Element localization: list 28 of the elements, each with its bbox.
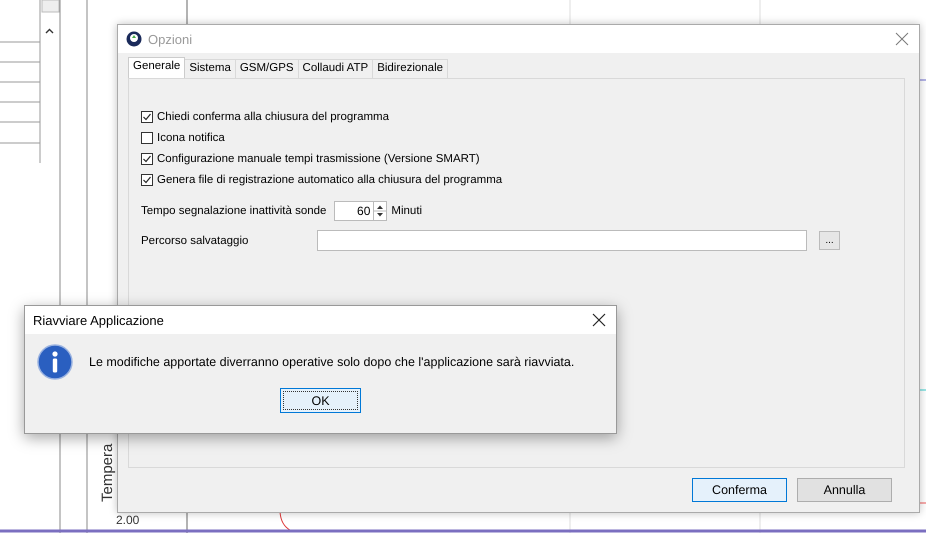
info-icon: [37, 344, 73, 380]
tab[interactable]: Bidirezionale: [372, 59, 448, 78]
field-label: Tempo segnalazione inattività sonde: [141, 205, 326, 217]
dialog-button[interactable]: Annulla: [797, 478, 892, 502]
checkbox-label: Chiedi conferma alla chiusura del programma: [157, 111, 390, 123]
close-icon[interactable]: [592, 313, 606, 327]
browse-button[interactable]: ...: [819, 231, 840, 250]
axis-title: Tempera: [99, 444, 116, 502]
tab[interactable]: Generale: [128, 57, 186, 78]
app-logo-icon: [126, 31, 142, 47]
number-spinner[interactable]: 60: [334, 201, 388, 221]
checkbox[interactable]: [141, 153, 153, 165]
checkbox[interactable]: [141, 111, 153, 123]
unit-label: Minuti: [391, 205, 422, 217]
field-label: Percorso salvataggio: [141, 234, 250, 246]
window-title: Riavviare Applicazione: [33, 312, 165, 328]
checkbox[interactable]: [141, 174, 153, 186]
checkbox-label: Icona notifica: [157, 132, 225, 144]
window-title: Opzioni: [148, 32, 194, 46]
checkbox[interactable]: [141, 132, 153, 144]
message-text: Le modifiche apportate diverranno operative solo dopo che l'applicazione sarà riavviata.: [89, 355, 574, 369]
axis-tick-label: 2.00: [116, 514, 140, 527]
scroll-up-icon[interactable]: [45, 28, 54, 34]
ok-button[interactable]: OK: [280, 388, 361, 413]
path-field[interactable]: [317, 230, 807, 251]
checkbox-label: Genera file di registrazione automatico alla chiusura del programma: [157, 174, 502, 186]
checkbox-label: Configurazione manuale tempi trasmissione (Versione SMART): [157, 153, 480, 165]
dialog-button[interactable]: Conferma: [692, 478, 787, 502]
